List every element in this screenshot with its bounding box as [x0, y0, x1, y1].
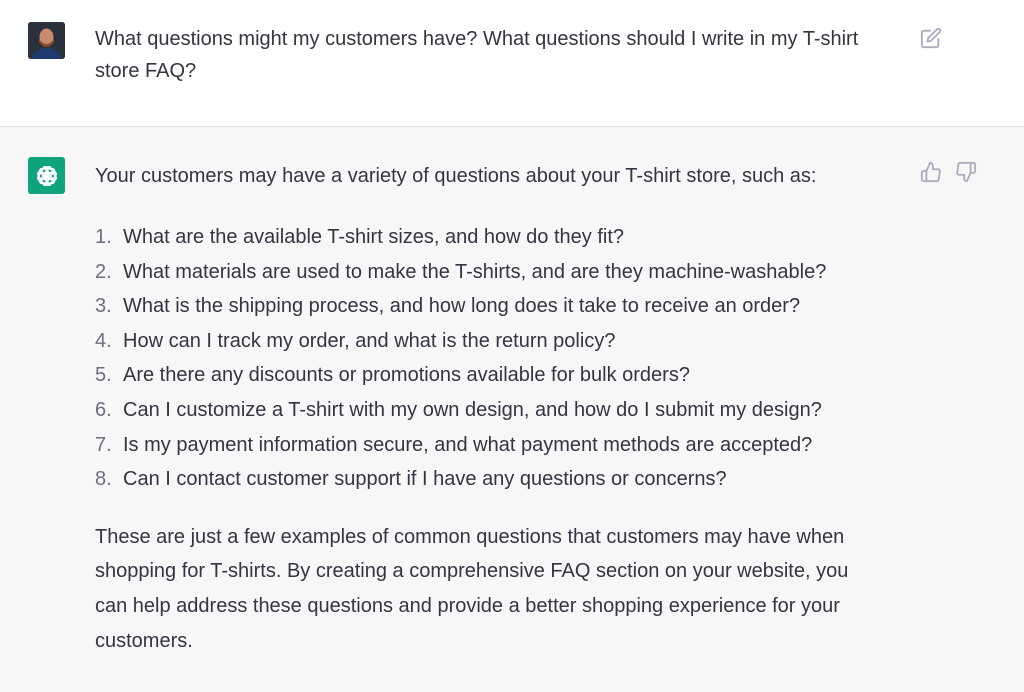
list-item: 1. What are the available T-shirt sizes, …: [95, 220, 895, 255]
edit-icon[interactable]: [920, 27, 942, 49]
list-item-text: Are there any discounts or promotions av…: [123, 364, 690, 387]
list-item: 6. Can I customize a T-shirt with my own …: [95, 393, 895, 428]
thumbs-up-icon[interactable]: [920, 161, 942, 183]
list-item-text: Can I customize a T-shirt with my own de…: [123, 398, 822, 421]
list-item-text: Can I contact customer support if I have…: [123, 468, 727, 491]
list-item-number: 7.: [95, 433, 112, 456]
list-item-text: Is my payment information secure, and wh…: [123, 433, 813, 456]
list-item: 8. Can I contact customer support if I ha…: [95, 462, 895, 497]
user-message-text: What questions might my customers have? …: [95, 28, 859, 82]
list-item-number: 4.: [95, 329, 112, 352]
list-item-number: 3.: [95, 295, 112, 318]
list-item: 4. How can I track my order, and what is …: [95, 324, 895, 359]
list-item-number: 5.: [95, 364, 112, 387]
assistant-outro: These are just a few examples of common …: [95, 525, 849, 652]
assistant-message: Your customers may have a variety of que…: [0, 127, 1024, 692]
user-avatar: [28, 22, 65, 59]
list-item: 5. Are there any discounts or promotions …: [95, 358, 895, 393]
list-item: 7. Is my payment information secure, and …: [95, 428, 895, 463]
user-message: What questions might my customers have? …: [0, 0, 1024, 127]
feedback-buttons: [920, 161, 977, 183]
list-item-text: What is the shipping process, and how lo…: [123, 295, 801, 318]
openai-logo-icon: [28, 157, 65, 194]
assistant-intro: Your customers may have a variety of que…: [95, 165, 817, 187]
list-item-number: 6.: [95, 398, 112, 421]
thumbs-down-icon[interactable]: [955, 161, 977, 183]
list-item: 2. What materials are used to make the T-…: [95, 255, 895, 290]
faq-question-list: 1. What are the available T-shirt sizes, …: [95, 220, 895, 497]
list-item-number: 2.: [95, 260, 112, 283]
list-item-text: How can I track my order, and what is th…: [123, 329, 616, 352]
list-item-text: What are the available T-shirt sizes, an…: [123, 226, 625, 248]
list-item: 3. What is the shipping process, and how …: [95, 289, 895, 324]
list-item-number: 1.: [95, 226, 112, 248]
assistant-message-body: Your customers may have a variety of que…: [95, 160, 895, 659]
list-item-number: 8.: [95, 468, 112, 491]
list-item-text: What materials are used to make the T-sh…: [123, 260, 827, 283]
